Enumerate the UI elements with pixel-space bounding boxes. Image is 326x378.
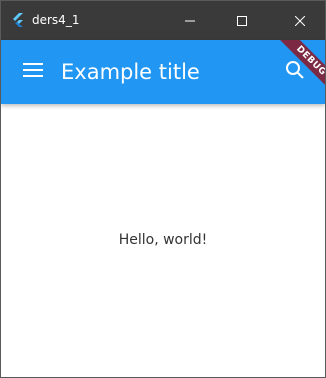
maximize-icon xyxy=(237,11,247,30)
app-bar: Example title xyxy=(1,40,325,104)
title-bar[interactable]: ders4_1 xyxy=(1,1,325,40)
window-title: ders4_1 xyxy=(32,13,80,27)
menu-icon xyxy=(23,62,43,82)
search-button[interactable] xyxy=(281,58,309,86)
close-icon xyxy=(294,11,306,30)
app-bar-title: Example title xyxy=(61,60,200,84)
maximize-button[interactable] xyxy=(219,1,265,40)
menu-button[interactable] xyxy=(19,58,47,86)
body-area: Hello, world! xyxy=(1,104,325,377)
hello-text: Hello, world! xyxy=(118,232,208,248)
app-window: ders4_1 Example title DEBUG Hello, world… xyxy=(0,0,326,378)
minimize-icon xyxy=(185,11,195,30)
minimize-button[interactable] xyxy=(167,1,213,40)
flutter-logo-icon xyxy=(10,12,26,28)
close-button[interactable] xyxy=(277,1,323,40)
search-icon xyxy=(285,60,305,84)
